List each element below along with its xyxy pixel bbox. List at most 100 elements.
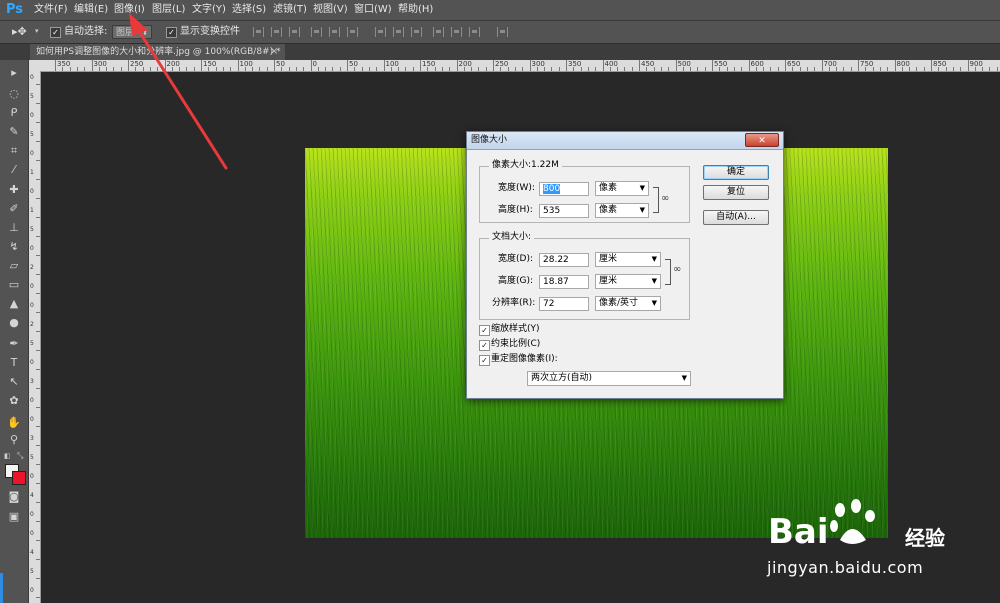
menu-help[interactable]: 帮助(H) (398, 0, 433, 20)
auto-align-icon[interactable] (497, 27, 508, 37)
background-color-swatch[interactable] (12, 471, 26, 485)
ruler-minor-tick (106, 67, 108, 71)
menu-type[interactable]: 文字(Y) (192, 0, 226, 20)
ruler-major-tick (894, 60, 896, 71)
shape-tool-icon[interactable]: ✿ (4, 393, 24, 409)
distribute-vcenter-icon[interactable] (393, 27, 404, 37)
menu-select[interactable]: 选择(S) (232, 0, 266, 20)
chain-link-icon: ∞ (673, 264, 682, 275)
show-transform-checkbox[interactable]: ✓ (166, 27, 177, 38)
dialog-title: 图像大小 (471, 135, 508, 145)
pixel-height-input[interactable]: 535 (539, 204, 589, 218)
distribute-left-icon[interactable] (433, 27, 444, 37)
marquee-tool-icon[interactable]: ◌ (4, 86, 24, 102)
doc-height-input[interactable]: 18.87 (539, 275, 589, 289)
menu-view[interactable]: 视图(V) (313, 0, 348, 20)
brush-tool-icon[interactable]: ✐ (4, 201, 24, 217)
align-right-icon[interactable] (347, 27, 358, 37)
pixel-height-value: 535 (543, 206, 561, 216)
baidu-watermark-url: jingyan.baidu.com (767, 558, 924, 577)
ruler-major-tick (639, 60, 640, 71)
eyedropper-tool-icon[interactable]: ⁄ (4, 162, 24, 178)
blur-tool-icon[interactable]: ▲ (4, 296, 24, 312)
hand-tool-icon[interactable]: ✋ (4, 415, 24, 431)
distribute-hcenter-icon[interactable] (451, 27, 462, 37)
menu-window[interactable]: 窗口(W) (354, 0, 392, 20)
quick-mask-icon[interactable]: ◙ (4, 489, 24, 505)
zoom-tool-icon[interactable]: ⚲ (4, 432, 24, 448)
doc-width-unit-select[interactable]: 厘米 ▼ (595, 252, 661, 267)
move-tool-icon[interactable]: ▸ (4, 65, 24, 81)
path-select-tool-icon[interactable]: ↖ (4, 374, 24, 390)
pixel-width-input[interactable]: 800 (539, 182, 589, 196)
eraser-tool-icon[interactable]: ▱ (4, 258, 24, 274)
ruler-minor-tick (36, 255, 40, 256)
ruler-minor-tick (536, 67, 538, 71)
menu-file[interactable]: 文件(F) (34, 0, 68, 20)
auto-select-checkbox[interactable]: ✓ (50, 27, 61, 38)
ruler-minor-tick (777, 67, 779, 71)
resample-method-select[interactable]: 两次立方(自动) ▼ (527, 371, 691, 386)
ruler-minor-tick (551, 67, 553, 71)
distribute-right-icon[interactable] (469, 27, 480, 37)
default-colors-icon[interactable]: ◧ (4, 452, 11, 460)
tab-close-icon[interactable]: × (270, 44, 278, 60)
resolution-unit-select[interactable]: 像素/英寸 ▼ (595, 296, 661, 311)
resolution-input[interactable]: 72 (539, 297, 589, 311)
ruler-v-label: 0 (30, 302, 34, 309)
menu-filter[interactable]: 滤镜(T) (273, 0, 307, 20)
quick-select-tool-icon[interactable]: ✎ (4, 124, 24, 140)
swap-colors-icon[interactable]: ⤡ (17, 451, 23, 461)
distribute-top-icon[interactable] (375, 27, 386, 37)
auto-button[interactable]: 自动(A)... (703, 210, 769, 225)
history-brush-tool-icon[interactable]: ↯ (4, 239, 24, 255)
align-vcenter-icon[interactable] (271, 27, 282, 37)
clone-stamp-tool-icon[interactable]: ⊥ (4, 220, 24, 236)
align-top-icon[interactable] (253, 27, 264, 37)
ruler-minor-tick (850, 67, 852, 71)
ruler-minor-tick (398, 67, 400, 71)
baidu-watermark-logo: Bai (768, 512, 829, 552)
lasso-tool-icon[interactable]: ᑭ (4, 105, 24, 121)
reset-button[interactable]: 复位 (703, 185, 769, 200)
auto-select-dropdown[interactable]: 图层 ⬍ (112, 25, 152, 39)
ruler-minor-tick (814, 67, 816, 71)
move-tool-icon[interactable]: ▸✥ (12, 25, 27, 38)
doc-width-input[interactable]: 28.22 (539, 253, 589, 267)
screen-mode-icon[interactable]: ▣ (4, 509, 24, 525)
constrain-proportions-checkbox[interactable]: ✓ (479, 340, 490, 351)
align-hcenter-icon[interactable] (329, 27, 340, 37)
resample-checkbox[interactable]: ✓ (479, 355, 490, 366)
align-bottom-icon[interactable] (289, 27, 300, 37)
ruler-major-tick (91, 60, 93, 71)
dropdown-arrow-icon: ▼ (651, 277, 657, 285)
ruler-minor-tick (792, 67, 794, 71)
ruler-minor-tick (84, 67, 86, 71)
menu-edit[interactable]: 编辑(E) (74, 0, 108, 20)
distribute-bottom-icon[interactable] (411, 27, 422, 37)
dialog-title-bar[interactable]: 图像大小 ✕ (467, 132, 783, 150)
ruler-v-label: 0 (30, 587, 34, 594)
gradient-tool-icon[interactable]: ▭ (4, 277, 24, 293)
ruler-minor-tick (208, 67, 210, 71)
dodge-tool-icon[interactable]: ● (4, 315, 24, 331)
pixel-width-unit-select[interactable]: 像素 ▼ (595, 181, 649, 196)
tool-preset-chevron-icon[interactable]: ▾ (35, 27, 39, 35)
menu-image[interactable]: 图像(I) (114, 0, 145, 20)
ruler-minor-tick (668, 67, 670, 71)
doc-height-unit-select[interactable]: 厘米 ▼ (595, 274, 661, 289)
ok-button[interactable]: 确定 (703, 165, 769, 180)
document-tab[interactable]: 如何用PS调整图像的大小和分辨率.jpg @ 100%(RGB/8#) * (30, 44, 285, 60)
healing-brush-tool-icon[interactable]: ✚ (4, 182, 24, 198)
pen-tool-icon[interactable]: ✒ (4, 336, 24, 352)
ruler-minor-tick (295, 67, 297, 71)
doc-height-value: 18.87 (543, 277, 569, 287)
crop-tool-icon[interactable]: ⌗ (4, 143, 24, 159)
align-left-icon[interactable] (311, 27, 322, 37)
scale-styles-checkbox[interactable]: ✓ (479, 325, 490, 336)
type-tool-icon[interactable]: T (4, 355, 24, 371)
pixel-height-unit-select[interactable]: 像素 ▼ (595, 203, 649, 218)
dialog-close-button[interactable]: ✕ (745, 133, 779, 147)
menu-layer[interactable]: 图层(L) (152, 0, 185, 20)
ruler-minor-tick (266, 67, 268, 71)
